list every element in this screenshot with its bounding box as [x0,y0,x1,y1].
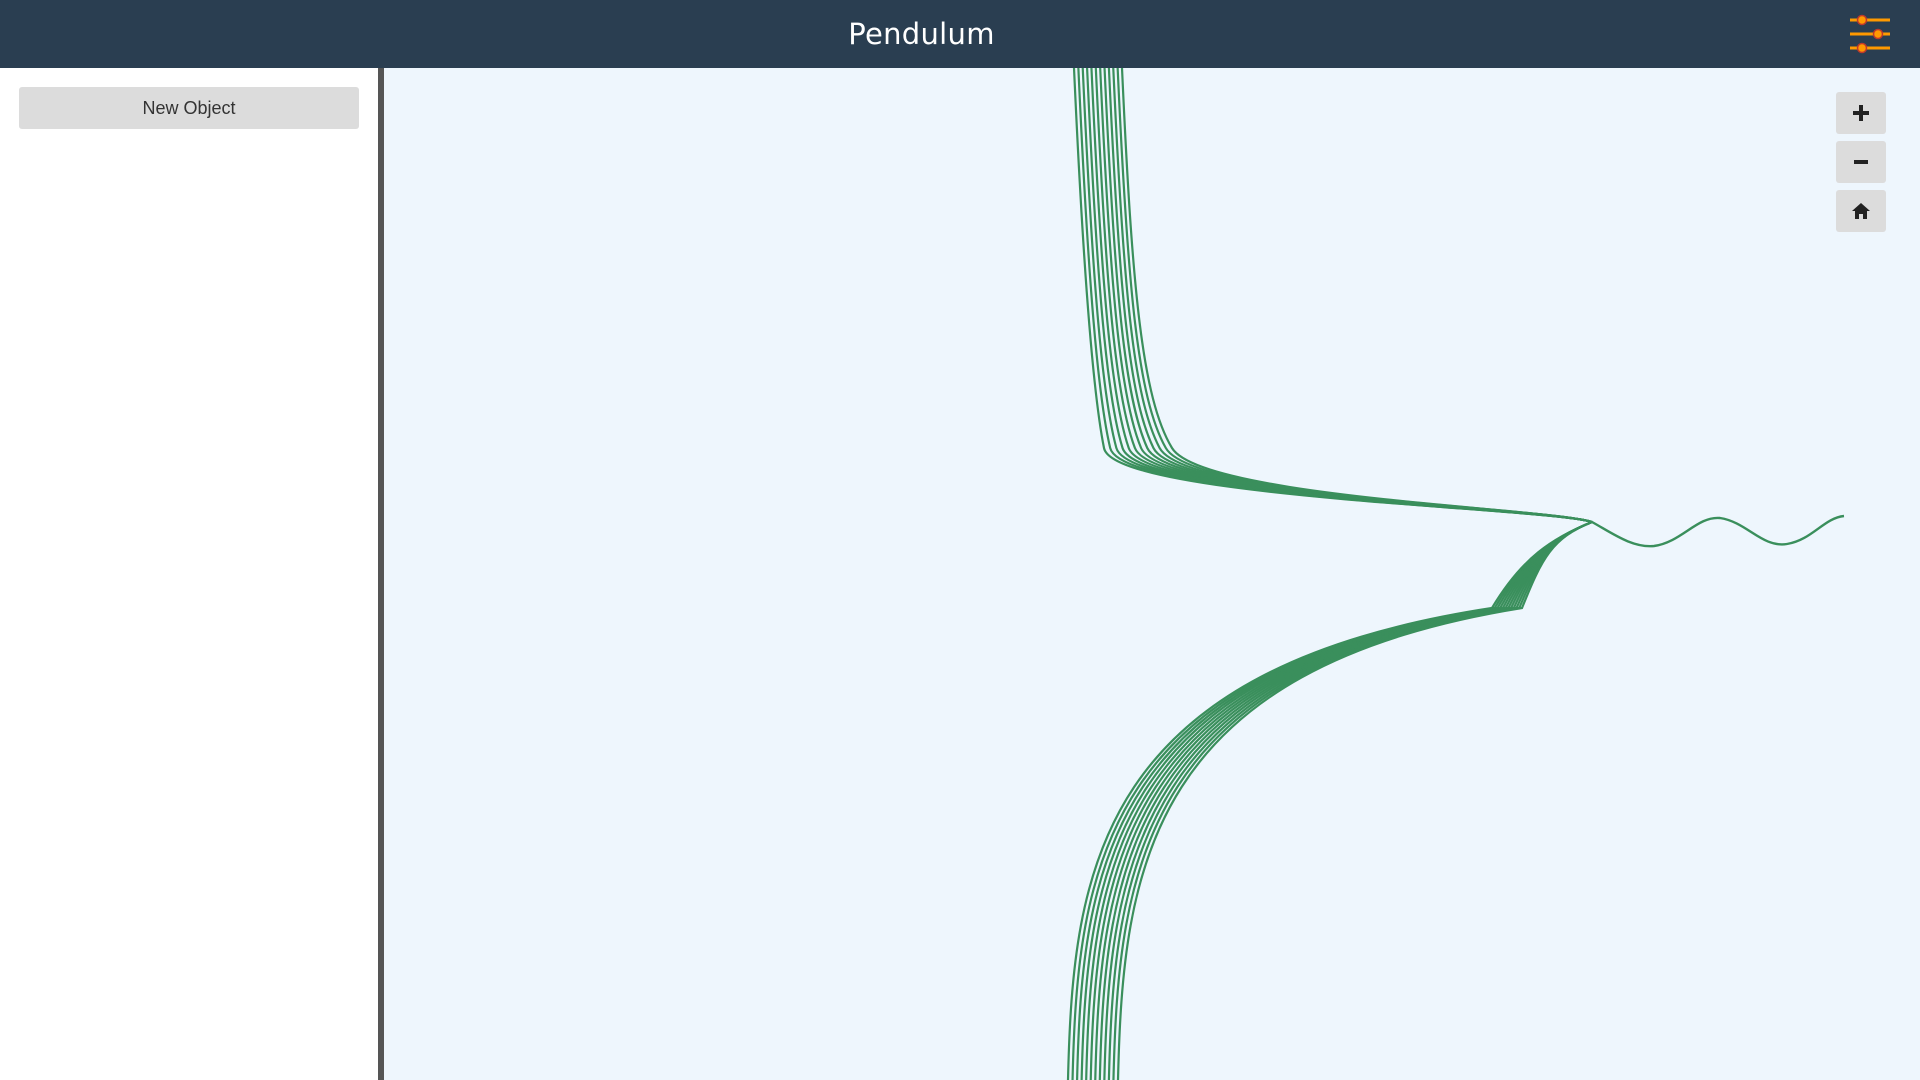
app-title: Pendulum [848,17,995,51]
trace-upper-4 [1090,68,1593,524]
trace-lower-10 [1112,520,1593,1080]
sliders-icon [1850,14,1890,54]
simulation-canvas[interactable] [384,68,1920,1080]
top-bar: Pendulum [0,0,1920,68]
home-button[interactable] [1836,190,1886,232]
new-object-button[interactable]: New Object [19,87,359,129]
trace-lower-4 [1085,520,1593,1080]
settings-button[interactable] [1848,14,1892,54]
trace-upper-6 [1099,68,1593,524]
trace-upper-10 [1116,68,1593,524]
trace-upper-3 [1085,68,1593,524]
zoom-in-button[interactable] [1836,92,1886,134]
zoom-out-button[interactable] [1836,141,1886,183]
plus-icon [1853,105,1869,121]
zoom-controls [1836,92,1886,239]
trace-tail [1591,514,1845,548]
minus-icon [1854,160,1868,164]
sidebar: New Object [0,68,378,1080]
pendulum-traces [1066,68,1845,1080]
trace-upper-11 [1120,68,1593,524]
trace-lower-8 [1103,520,1593,1080]
trace-upper-9 [1112,68,1593,524]
trace-upper-8 [1107,68,1593,524]
home-icon [1852,203,1870,219]
trace-upper-1 [1077,68,1593,524]
